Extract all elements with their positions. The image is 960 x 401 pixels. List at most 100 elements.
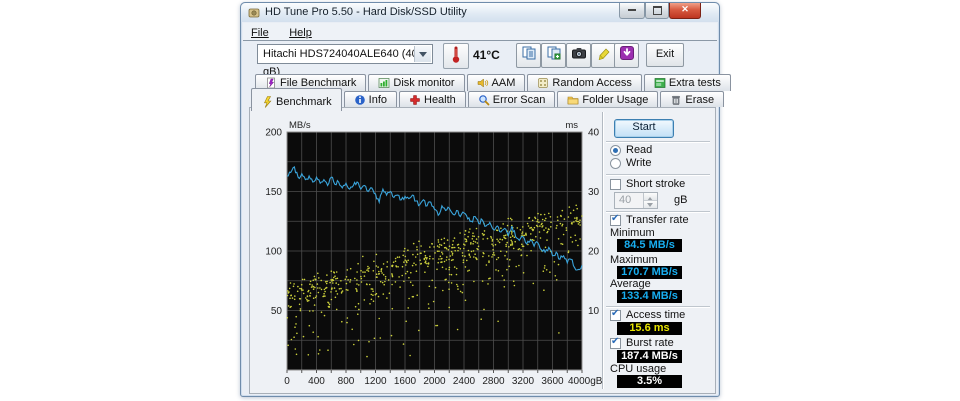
write-radio[interactable] [610, 158, 621, 169]
menu-separator [243, 40, 717, 41]
divider [606, 211, 710, 212]
save-results-button[interactable] [614, 43, 639, 68]
hd-tune-window: HD Tune Pro 5.50 - Hard Disk/SSD Utility… [240, 2, 720, 397]
burst-rate-option[interactable]: Burst rate [610, 337, 674, 349]
tab-random-access[interactable]: Random Access [527, 74, 641, 91]
svg-text:100: 100 [265, 247, 282, 258]
tab-label: Health [424, 94, 456, 106]
start-button[interactable]: Start [614, 119, 674, 138]
tab-erase[interactable]: Erase [660, 91, 724, 107]
window-title: HD Tune Pro 5.50 - Hard Disk/SSD Utility [265, 6, 467, 18]
transfer-rate-checkbox[interactable] [610, 215, 621, 226]
minimize-button[interactable] [619, 3, 645, 19]
error-scan-icon [478, 94, 490, 106]
disk-monitor-icon [378, 77, 390, 89]
minimum-value: 84.5 MB/s [617, 239, 682, 252]
tab-label: Extra tests [669, 77, 721, 89]
highlight-button[interactable] [591, 43, 616, 68]
camera-icon [571, 45, 587, 66]
short-stroke-value[interactable]: 40 [619, 194, 631, 206]
gb-unit-label: gB [674, 194, 687, 206]
divider [606, 174, 710, 175]
svg-text:50: 50 [271, 306, 283, 317]
benchmark-panel: MB/sms2001501005040302010040080012001600… [249, 107, 716, 394]
tab-error-scan[interactable]: Error Scan [468, 91, 556, 107]
read-radio[interactable] [610, 145, 621, 156]
tab-extra-tests[interactable]: Extra tests [644, 74, 731, 91]
svg-text:40: 40 [588, 128, 600, 139]
tab-row-primary: Benchmark Info Health Error Scan Folder Usag… [251, 91, 726, 107]
screenshot-button[interactable] [566, 43, 591, 68]
svg-text:MB/s: MB/s [289, 120, 311, 131]
read-option[interactable]: Read [610, 144, 652, 156]
menu-item-help[interactable]: Help [281, 25, 320, 39]
tab-label: Benchmark [276, 96, 332, 108]
stepper-arrows[interactable] [643, 193, 657, 208]
svg-text:3200: 3200 [512, 376, 535, 387]
svg-text:30: 30 [588, 187, 600, 198]
benchmark-icon [261, 96, 273, 108]
tab-info[interactable]: Info [344, 91, 397, 107]
chevron-down-icon[interactable] [414, 46, 431, 62]
close-button[interactable] [669, 3, 701, 19]
short-stroke-option[interactable]: Short stroke [610, 178, 685, 190]
access-time-checkbox[interactable] [610, 310, 621, 321]
copy-icon [521, 45, 537, 66]
stepper-down-icon[interactable] [644, 200, 657, 208]
exit-button[interactable]: Exit [646, 43, 684, 67]
burst-rate-label: Burst rate [626, 337, 674, 349]
average-label: Average [610, 278, 651, 290]
copy-to-clipboard-button[interactable] [516, 43, 541, 68]
svg-text:2800: 2800 [482, 376, 505, 387]
benchmark-controls: Start Read Write Short stroke 40 [602, 108, 715, 393]
short-stroke-stepper[interactable]: 40 [614, 192, 658, 209]
svg-text:2400: 2400 [453, 376, 476, 387]
divider [606, 306, 710, 307]
access-time-option[interactable]: Access time [610, 309, 685, 321]
tab-benchmark[interactable]: Benchmark [251, 88, 342, 111]
info-icon [354, 94, 366, 106]
temperature-button[interactable] [443, 43, 469, 69]
svg-text:1200: 1200 [364, 376, 387, 387]
cpu-usage-value: 3.5% [617, 375, 682, 388]
write-label: Write [626, 157, 651, 169]
erase-icon [670, 94, 682, 106]
access-time-label: Access time [626, 309, 685, 321]
folder-usage-icon [567, 94, 579, 106]
tab-health[interactable]: Health [399, 91, 466, 107]
short-stroke-checkbox[interactable] [610, 179, 621, 190]
tab-label: Info [369, 94, 387, 106]
copy-add-icon [546, 45, 562, 66]
copy-to-file-button[interactable] [541, 43, 566, 68]
transfer-rate-label: Transfer rate [626, 214, 689, 226]
tab-label: AAM [492, 77, 516, 89]
write-option[interactable]: Write [610, 157, 651, 169]
save-icon [619, 45, 635, 66]
svg-text:0: 0 [284, 376, 290, 387]
svg-text:ms: ms [565, 120, 578, 131]
tab-folder-usage[interactable]: Folder Usage [557, 91, 658, 107]
tab-disk-monitor[interactable]: Disk monitor [368, 74, 464, 91]
health-icon [409, 94, 421, 106]
tab-label: Error Scan [493, 94, 546, 106]
short-stroke-label: Short stroke [626, 178, 685, 190]
read-label: Read [626, 144, 652, 156]
average-value: 133.4 MB/s [617, 290, 682, 303]
svg-text:10: 10 [588, 306, 600, 317]
aam-icon [477, 77, 489, 89]
svg-text:400: 400 [308, 376, 325, 387]
transfer-rate-option[interactable]: Transfer rate [610, 214, 689, 226]
svg-text:3600: 3600 [541, 376, 564, 387]
drive-selector[interactable]: Hitachi HDS724040ALE640 (4000 gB) [257, 44, 433, 64]
maximize-button[interactable] [645, 3, 669, 19]
menu-item-file[interactable]: File [243, 25, 277, 39]
stepper-up-icon[interactable] [644, 193, 657, 200]
tab-label: Random Access [552, 77, 631, 89]
title-bar[interactable]: HD Tune Pro 5.50 - Hard Disk/SSD Utility [241, 3, 719, 22]
tab-aam[interactable]: AAM [467, 74, 526, 91]
svg-text:200: 200 [265, 128, 282, 139]
random-access-icon [537, 77, 549, 89]
svg-text:150: 150 [265, 187, 282, 198]
menu-bar: File Help [243, 23, 717, 40]
burst-rate-checkbox[interactable] [610, 338, 621, 349]
